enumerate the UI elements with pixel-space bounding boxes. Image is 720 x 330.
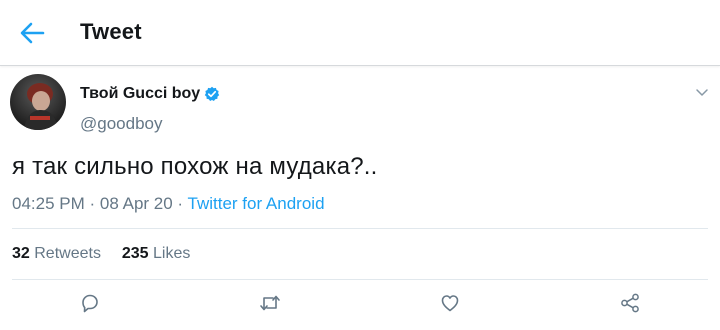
- divider: [12, 279, 708, 280]
- likes-stat[interactable]: 235 Likes: [122, 245, 191, 262]
- retweets-count: 32: [12, 245, 30, 262]
- avatar[interactable]: [10, 74, 66, 130]
- tweet-date: 08 Apr 20: [99, 194, 173, 213]
- page-title: Tweet: [80, 19, 142, 44]
- share-icon: [621, 293, 639, 313]
- tweet-time: 04:25 PM: [12, 194, 85, 213]
- author-display-name[interactable]: Твой Gucci boy: [80, 85, 200, 103]
- tweet-stats: 32 Retweets 235 Likes: [12, 245, 190, 263]
- retweet-button[interactable]: [258, 291, 282, 315]
- retweet-icon: [260, 295, 280, 311]
- divider: [12, 228, 708, 229]
- reply-icon: [82, 294, 98, 313]
- like-button[interactable]: [438, 291, 462, 315]
- top-app-bar: Tweet: [0, 0, 720, 66]
- meta-separator: ·: [177, 194, 184, 213]
- meta-separator: ·: [89, 194, 96, 213]
- arrow-left-icon: [20, 22, 45, 44]
- reply-button[interactable]: [78, 291, 102, 315]
- retweets-stat[interactable]: 32 Retweets: [12, 245, 105, 262]
- more-options-button[interactable]: [694, 84, 710, 100]
- author-handle[interactable]: @goodboy: [80, 114, 163, 134]
- chevron-down-icon: [696, 89, 708, 96]
- likes-count: 235: [121, 245, 149, 262]
- share-button[interactable]: [618, 291, 642, 315]
- likes-label: Likes: [153, 245, 191, 262]
- tweet-text: я так сильно похож на мудака?..: [12, 153, 378, 180]
- verified-badge-icon: [205, 86, 220, 101]
- tweet-source-link[interactable]: Twitter for Android: [188, 194, 325, 213]
- author-name-row[interactable]: Твой Gucci boy: [80, 85, 220, 103]
- like-icon: [441, 295, 459, 312]
- tweet-meta: 04:25 PM · 08 Apr 20 · Twitter for Andro…: [12, 194, 325, 214]
- retweets-label: Retweets: [34, 245, 101, 262]
- back-button[interactable]: [14, 17, 50, 49]
